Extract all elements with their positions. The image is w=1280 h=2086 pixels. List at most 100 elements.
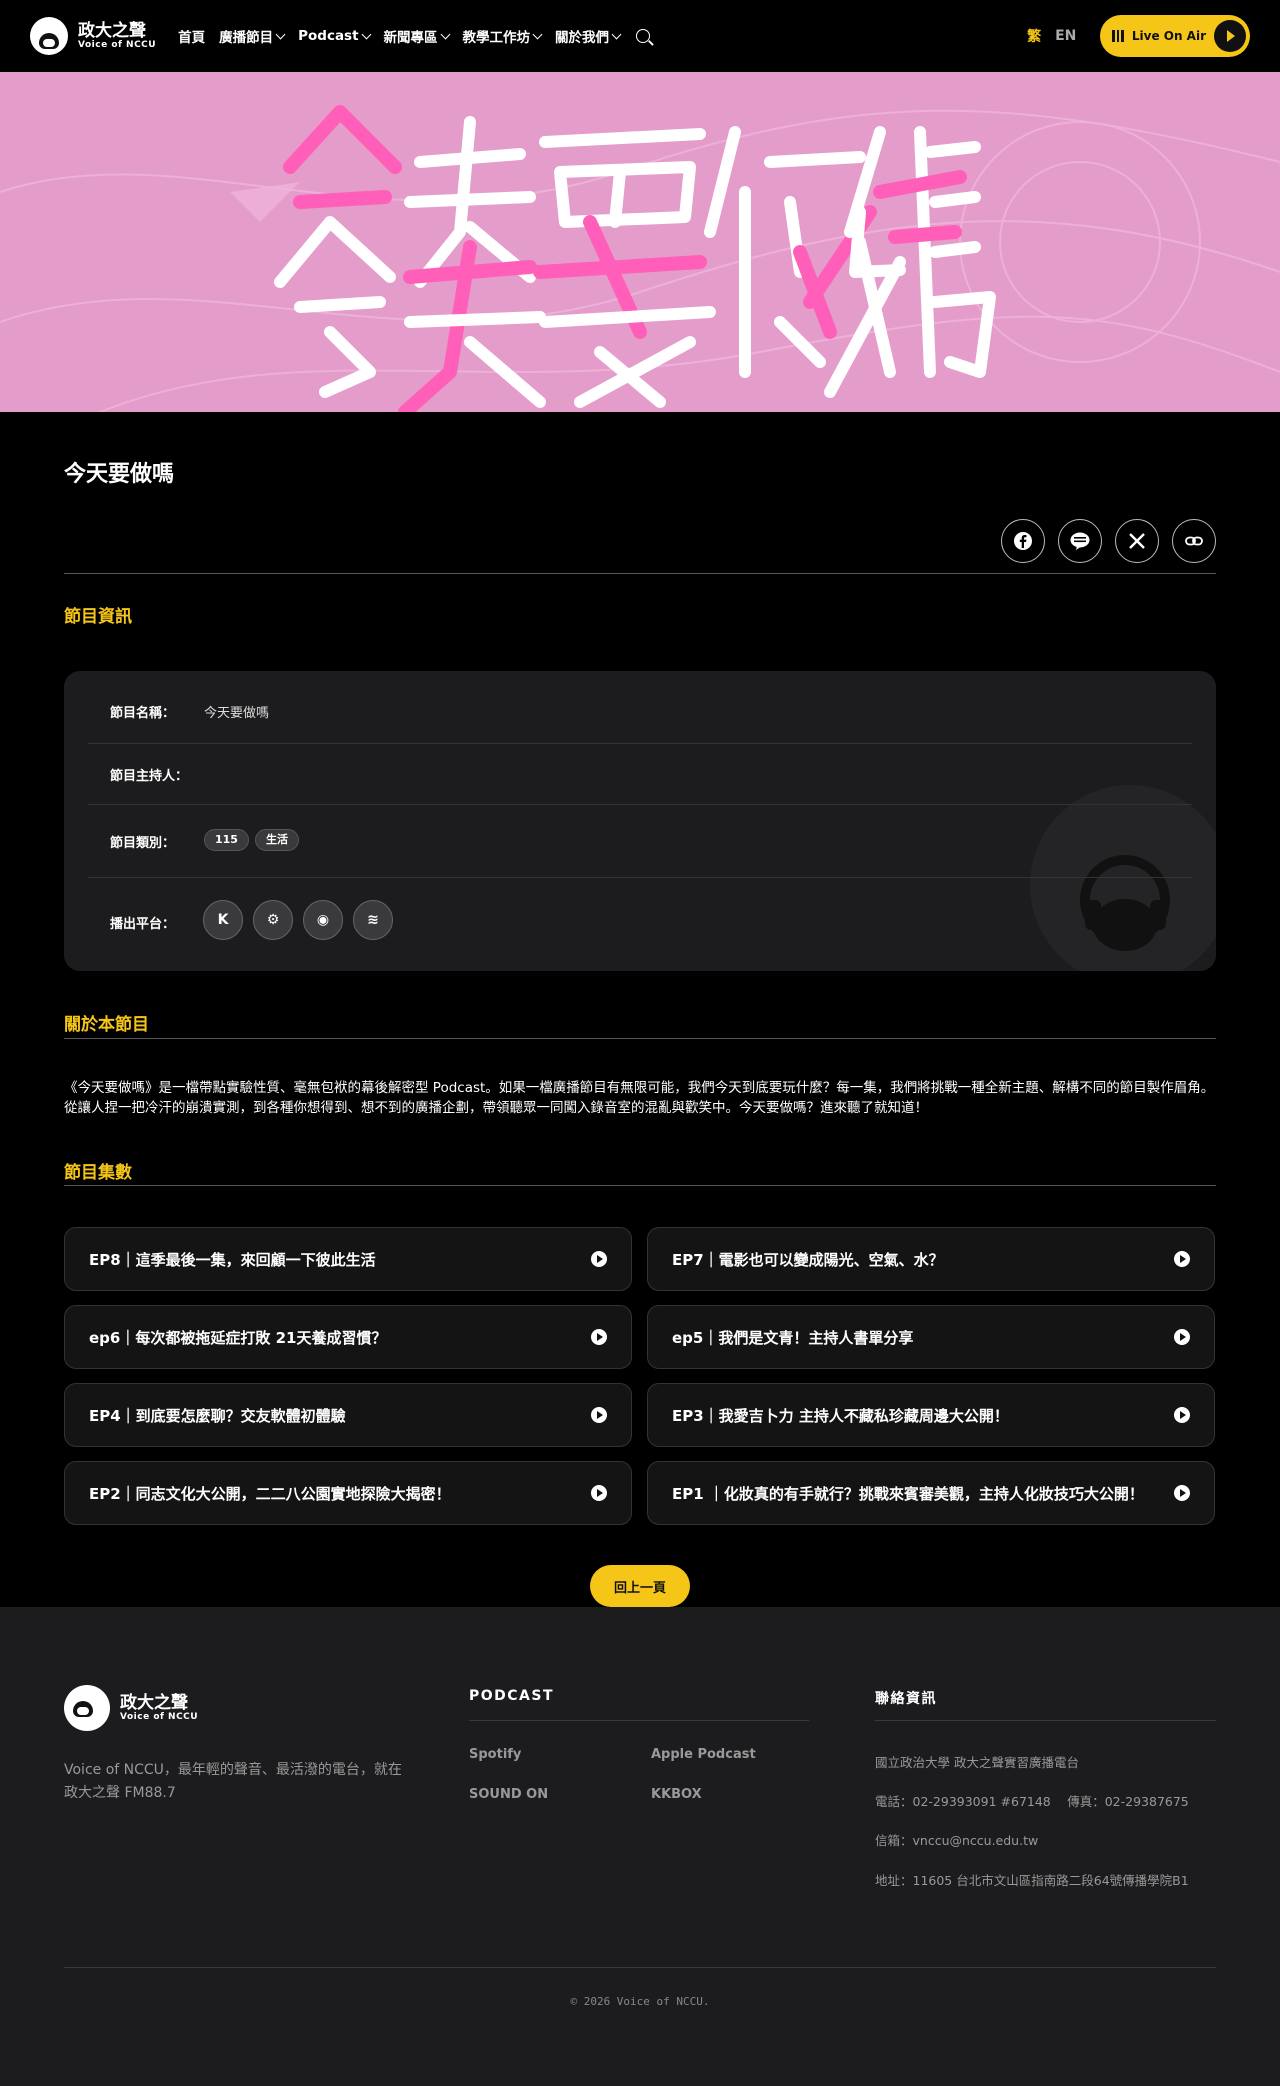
nav-workshop[interactable]: 教學工作坊 (462, 26, 543, 46)
footer-logo[interactable]: 政大之聲 Voice of NCCU (64, 1685, 198, 1731)
line-icon[interactable] (1058, 519, 1102, 563)
x-icon[interactable] (1115, 519, 1159, 563)
footer-description: Voice of NCCU，最年輕的聲音、最活潑的電台，就在政大之聲 FM88.… (64, 1762, 402, 1801)
footer-logo-title: 政大之聲 (120, 1693, 188, 1713)
row-divider (88, 743, 1192, 744)
nav-home[interactable]: 首頁 (178, 26, 205, 46)
play-icon[interactable] (1174, 1329, 1190, 1345)
episode-item[interactable]: EP7｜電影也可以變成陽光、空氣、水？ (647, 1227, 1215, 1291)
share-buttons (1001, 519, 1216, 563)
language-switcher: 繁 EN Live On Air (1027, 15, 1250, 57)
episode-item[interactable]: EP1 ｜化妝真的有手就行？挑戰來賓審美觀，主持人化妝技巧大公開！ (647, 1461, 1215, 1525)
lang-zh-tw[interactable]: 繁 (1027, 26, 1041, 46)
episode-title: EP2｜同志文化大公開，二二八公園實地探險大揭密！ (89, 1484, 451, 1503)
episode-item[interactable]: EP3｜我愛吉卜力 主持人不藏私珍藏周邊大公開！ (647, 1383, 1215, 1447)
nav-label: 廣播節目 (219, 30, 274, 46)
play-icon[interactable] (591, 1251, 607, 1267)
play-icon[interactable] (1174, 1485, 1190, 1501)
main-nav: 首頁 廣播節目 Podcast 新聞專區 教學工作坊 關於我們 (178, 26, 651, 46)
banner-artwork (0, 105, 1280, 412)
footer-link-spotify[interactable]: Spotify (469, 1747, 521, 1762)
program-category-label: 節目類別： (110, 836, 176, 851)
link-icon[interactable] (1172, 519, 1216, 563)
footer-divider (469, 1720, 809, 1721)
lang-en[interactable]: EN (1055, 28, 1076, 44)
footer-link-apple-podcast[interactable]: Apple Podcast (651, 1747, 756, 1762)
program-name-label: 節目名稱： (110, 706, 176, 721)
play-icon[interactable] (591, 1329, 607, 1345)
program-info-card: 節目名稱： 今天要做嗎 節目主持人： 節目類別： 115 生活 播出平台： K … (64, 671, 1216, 971)
soundon-icon[interactable]: ⚙ (253, 900, 293, 940)
section-title-about: 關於本節目 (64, 1015, 149, 1035)
chevron-down-icon (532, 29, 543, 39)
nav-label: 首頁 (178, 30, 206, 46)
live-label: Live On Air (1131, 29, 1206, 43)
play-icon[interactable] (591, 1485, 607, 1501)
section-title-info: 節目資訊 (64, 607, 132, 627)
logo-mascot-icon (64, 1685, 110, 1731)
apple-podcast-icon[interactable]: ◉ (303, 900, 343, 940)
contact-address: 地址：11605 台北市文山區指南路二段64號傳播學院B1 (875, 1873, 1189, 1888)
footer-link-soundon[interactable]: SOUND ON (469, 1787, 548, 1802)
footer-logo-subtitle: Voice of NCCU (120, 1712, 199, 1722)
episode-item[interactable]: EP4｜到底要怎麼聊？交友軟體初體驗 (64, 1383, 632, 1447)
section-title-episodes: 節目集數 (64, 1163, 132, 1183)
play-icon[interactable] (1174, 1407, 1190, 1423)
logo-title: 政大之聲 (78, 21, 146, 41)
episode-item[interactable]: EP8｜這季最後一集，來回顧一下彼此生活 (64, 1227, 632, 1291)
footer-podcast-title: PODCAST (469, 1688, 555, 1704)
play-icon (1214, 20, 1246, 52)
category-tag[interactable]: 生活 (255, 829, 299, 851)
footer-bottom-divider (64, 1967, 1216, 1968)
episode-title: EP4｜到底要怎麼聊？交友軟體初體驗 (89, 1406, 346, 1425)
row-divider (88, 804, 1192, 805)
platform-label: 播出平台： (110, 917, 176, 932)
facebook-icon[interactable] (1001, 519, 1045, 563)
program-description: 《今天要做嗎》是一檔帶點實驗性質、毫無包袱的幕後解密型 Podcast。如果一檔… (64, 1080, 1215, 1116)
row-divider (88, 877, 1192, 878)
program-name-value: 今天要做嗎 (204, 706, 270, 721)
contact-org: 國立政治大學 政大之聲實習廣播電台 (875, 1755, 1079, 1770)
episode-title: EP8｜這季最後一集，來回顧一下彼此生活 (89, 1250, 376, 1269)
nav-radio-programs[interactable]: 廣播節目 (219, 26, 286, 46)
chevron-down-icon (275, 29, 286, 39)
episode-title: EP1 ｜化妝真的有手就行？挑戰來賓審美觀，主持人化妝技巧大公開！ (672, 1484, 1144, 1503)
title-divider (64, 573, 1216, 574)
play-icon[interactable] (591, 1407, 607, 1423)
nav-podcast[interactable]: Podcast (298, 28, 371, 44)
footer-contact-title: 聯絡資訊 (875, 1691, 937, 1707)
equalizer-icon (1112, 30, 1124, 42)
nav-label: Podcast (298, 28, 359, 44)
contact-phone: 電話：02-29393091 #67148 傳真：02-29387675 (875, 1794, 1189, 1809)
nav-label: 教學工作坊 (462, 30, 531, 46)
nav-about[interactable]: 關於我們 (555, 26, 622, 46)
episode-item[interactable]: EP2｜同志文化大公開，二二八公園實地探險大揭密！ (64, 1461, 632, 1525)
nav-label: 新聞專區 (383, 30, 438, 46)
logo-subtitle: Voice of NCCU (78, 40, 157, 50)
nav-label: 關於我們 (555, 30, 610, 46)
category-tag[interactable]: 115 (204, 829, 249, 851)
episode-title: ep5｜我們是文青！主持人書單分享 (672, 1328, 914, 1347)
back-button[interactable]: 回上一頁 (590, 1565, 690, 1607)
search-icon[interactable] (636, 29, 651, 43)
chevron-down-icon (361, 29, 371, 39)
episode-title: EP3｜我愛吉卜力 主持人不藏私珍藏周邊大公開！ (672, 1406, 1009, 1425)
nav-news[interactable]: 新聞專區 (383, 26, 450, 46)
kkbox-icon[interactable]: K (203, 900, 243, 940)
episode-title: EP7｜電影也可以變成陽光、空氣、水？ (672, 1250, 944, 1269)
site-logo[interactable]: 政大之聲 Voice of NCCU (30, 17, 156, 55)
copyright: © 2026 Voice of NCCU. (570, 1995, 710, 2008)
episodes-divider (64, 1185, 1216, 1186)
play-icon[interactable] (1174, 1251, 1190, 1267)
live-on-air-button[interactable]: Live On Air (1100, 15, 1250, 57)
footer-link-kkbox[interactable]: KKBOX (651, 1787, 702, 1802)
episode-item[interactable]: ep6｜每次都被拖延症打敗 21天養成習慣？ (64, 1305, 632, 1369)
about-divider (64, 1038, 1216, 1039)
chevron-down-icon (611, 29, 622, 39)
spotify-icon[interactable]: ≋ (353, 900, 393, 940)
episode-item[interactable]: ep5｜我們是文青！主持人書單分享 (647, 1305, 1215, 1369)
mascot-watermark-icon (1030, 785, 1216, 971)
chevron-down-icon (440, 29, 450, 39)
footer-divider (875, 1720, 1216, 1721)
contact-email[interactable]: 信箱：vnccu@nccu.edu.tw (875, 1830, 1038, 1849)
